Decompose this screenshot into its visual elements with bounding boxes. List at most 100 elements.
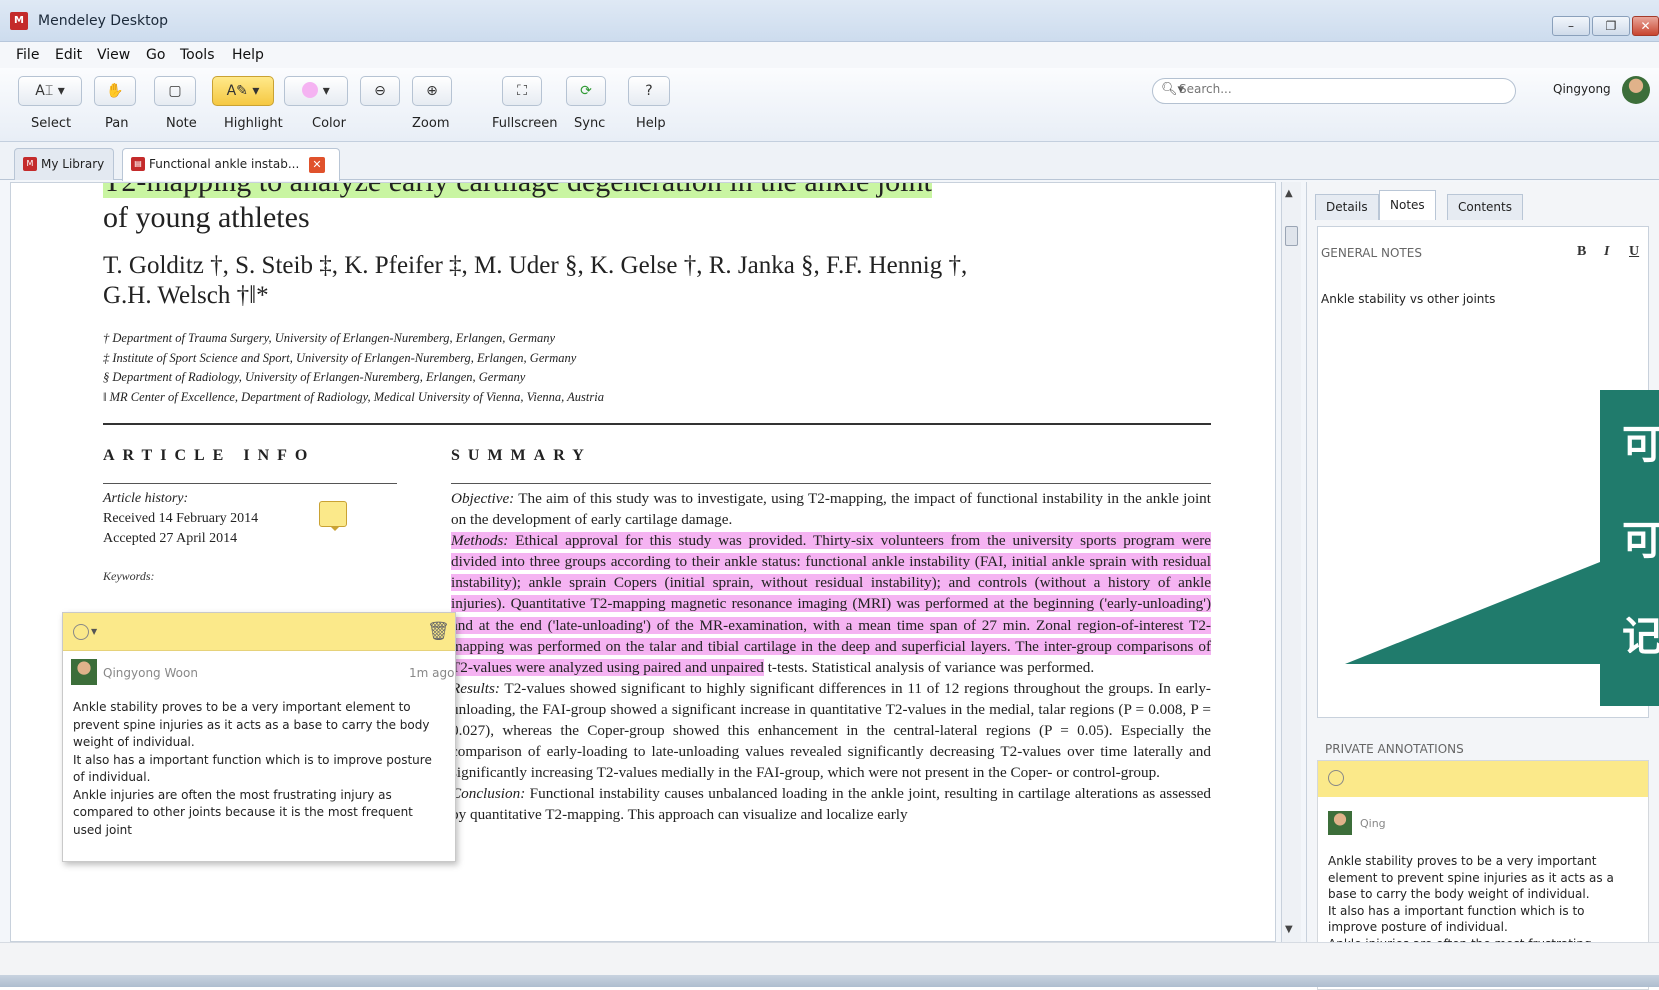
hand-icon: ✋ [106, 83, 124, 99]
select-tool-button[interactable]: A⌶ ▾ [18, 76, 82, 106]
tab-label: My Library [41, 157, 105, 171]
callout-char: 可 [1622, 518, 1659, 564]
divider [103, 483, 397, 484]
scroll-up-icon[interactable]: ▲ [1285, 188, 1293, 199]
color-picker-button[interactable]: ▾ [284, 76, 348, 106]
zoom-in-icon: ⊕ [426, 83, 438, 99]
highlight-tool-button[interactable]: A✎ ▾ [212, 76, 274, 106]
mendeley-logo-icon: M [10, 12, 28, 30]
affiliation: ‖ MR Center of Excellence, Department of… [103, 389, 604, 404]
methods-tail: t-tests. Statistical analysis of varianc… [767, 658, 1095, 676]
keywords-label: Keywords: [103, 569, 155, 583]
scroll-down-icon[interactable]: ▼ [1285, 924, 1293, 935]
general-notes-input[interactable]: Ankle stability vs other joints [1321, 292, 1495, 306]
divider [103, 423, 1211, 425]
close-window-button[interactable]: ✕ [1632, 16, 1659, 36]
tab-label: Functional ankle instab... [149, 157, 300, 171]
fullscreen-button[interactable]: ⛶ [502, 76, 542, 106]
help-label: Help [636, 116, 666, 131]
menu-edit[interactable]: Edit [55, 47, 82, 63]
affiliation: § Department of Radiology, University of… [103, 370, 526, 384]
title-bar: M Mendeley Desktop – ❐ ✕ [0, 0, 1659, 42]
help-button[interactable]: ? [628, 76, 670, 106]
user-name[interactable]: Qingyong [1553, 82, 1611, 96]
note-tool-button[interactable]: ▢ [154, 76, 196, 106]
methods-highlight[interactable]: Methods: Ethical approval for this study… [451, 532, 1212, 676]
vertical-scrollbar[interactable]: ▲ ▼ [1281, 182, 1301, 942]
conclusion-text: Functional instability causes unbalanced… [451, 785, 1212, 824]
menu-go[interactable]: Go [146, 47, 165, 63]
menu-view[interactable]: View [97, 47, 130, 63]
scroll-thumb[interactable] [1285, 226, 1298, 246]
callout-char: 可 [1622, 422, 1659, 468]
note-popup-header: ▼ 🗑︎ [63, 613, 455, 651]
annotation-card-header [1318, 761, 1648, 797]
color-circle-icon[interactable] [73, 624, 89, 640]
close-tab-icon[interactable]: ✕ [309, 157, 325, 173]
search-box[interactable]: 🔍︎▾ [1152, 78, 1516, 104]
methods-text: Ethical approval for this study was prov… [451, 532, 1212, 676]
zoom-out-button[interactable]: ⊖ [360, 76, 400, 106]
tab-contents[interactable]: Contents [1447, 194, 1523, 220]
results-text: T2-values showed significant to highly s… [451, 679, 1211, 782]
taskbar [0, 975, 1659, 987]
paper-title: of young athletes [103, 201, 310, 234]
user-avatar[interactable] [1622, 76, 1650, 104]
mendeley-logo-icon: M [23, 157, 37, 171]
received-date: Received 14 February 2014 [103, 511, 259, 526]
avatar [1328, 811, 1352, 835]
private-annotations-heading: PRIVATE ANNOTATIONS [1325, 742, 1464, 756]
mendeley-window: M Mendeley Desktop – ❐ ✕ File Edit View … [0, 0, 1659, 990]
tab-my-library[interactable]: M My Library [14, 148, 114, 180]
tab-bar: M My Library ▤ Functional ankle instab..… [0, 142, 1659, 181]
note-popup[interactable]: ▼ 🗑︎ Qingyong Woon 1m ago Ankle stabilit… [62, 612, 456, 862]
tab-notes[interactable]: Notes [1379, 190, 1436, 220]
sticky-note-icon: ▢ [168, 83, 182, 99]
results-label: Results: [451, 679, 500, 697]
avatar [71, 659, 97, 685]
summary-text: Objective: The aim of this study was to … [451, 488, 1212, 826]
color-circle-icon[interactable] [1328, 770, 1344, 786]
affiliation: ‡ Institute of Sport Science and Sport, … [103, 350, 577, 365]
menu-tools[interactable]: Tools [180, 47, 215, 63]
zoom-out-icon: ⊖ [374, 83, 386, 99]
conclusion-label: Conclusion: [451, 785, 526, 803]
title-fragment: T2-mapping to analyze early cartilage de… [103, 183, 932, 199]
menu-help[interactable]: Help [232, 47, 264, 63]
callout-char: 记 [1622, 614, 1659, 660]
article-info-heading: ARTICLE INFO [103, 447, 316, 464]
search-input[interactable] [1179, 82, 1499, 96]
sync-icon: ⟳ [580, 83, 592, 99]
zoom-in-button[interactable]: ⊕ [412, 76, 452, 106]
callout-overlay: 可 可 记 [1600, 390, 1659, 706]
menu-file[interactable]: File [16, 47, 39, 63]
summary-heading: SUMMARY [451, 447, 592, 464]
italic-button[interactable]: I [1604, 244, 1609, 260]
minimize-button[interactable]: – [1552, 16, 1590, 36]
text-select-icon: A⌶ ▾ [35, 83, 65, 99]
sticky-note-icon[interactable] [319, 501, 347, 531]
objective-text: The aim of this study was to investigate… [451, 490, 1211, 529]
title-highlight: T2-mapping to analyze early cartilage de… [103, 183, 932, 198]
highlighter-icon: A✎ ▾ [226, 83, 260, 99]
pan-tool-button[interactable]: ✋ [94, 76, 136, 106]
menu-bar: File Edit View Go Tools Help [0, 42, 1659, 68]
annotation-author: Qing [1360, 817, 1386, 830]
note-text[interactable]: Ankle stability proves to be a very impo… [73, 699, 445, 839]
bold-button[interactable]: B [1577, 244, 1586, 260]
chevron-down-icon[interactable]: ▼ [91, 627, 97, 636]
maximize-button[interactable]: ❐ [1592, 16, 1630, 36]
pdf-icon: ▤ [131, 157, 145, 171]
zoom-label: Zoom [412, 116, 450, 131]
fullscreen-icon: ⛶ [517, 83, 527, 99]
pan-label: Pan [105, 116, 129, 131]
callout-pointer [1345, 560, 1605, 664]
window-title: Mendeley Desktop [38, 13, 169, 29]
help-icon: ? [645, 83, 653, 99]
tab-details[interactable]: Details [1315, 194, 1379, 220]
underline-button[interactable]: U [1629, 244, 1639, 260]
tab-document[interactable]: ▤ Functional ankle instab... ✕ [122, 148, 340, 181]
note-label: Note [166, 116, 197, 131]
trash-icon[interactable]: 🗑︎ [427, 621, 450, 642]
sync-button[interactable]: ⟳ [566, 76, 606, 106]
